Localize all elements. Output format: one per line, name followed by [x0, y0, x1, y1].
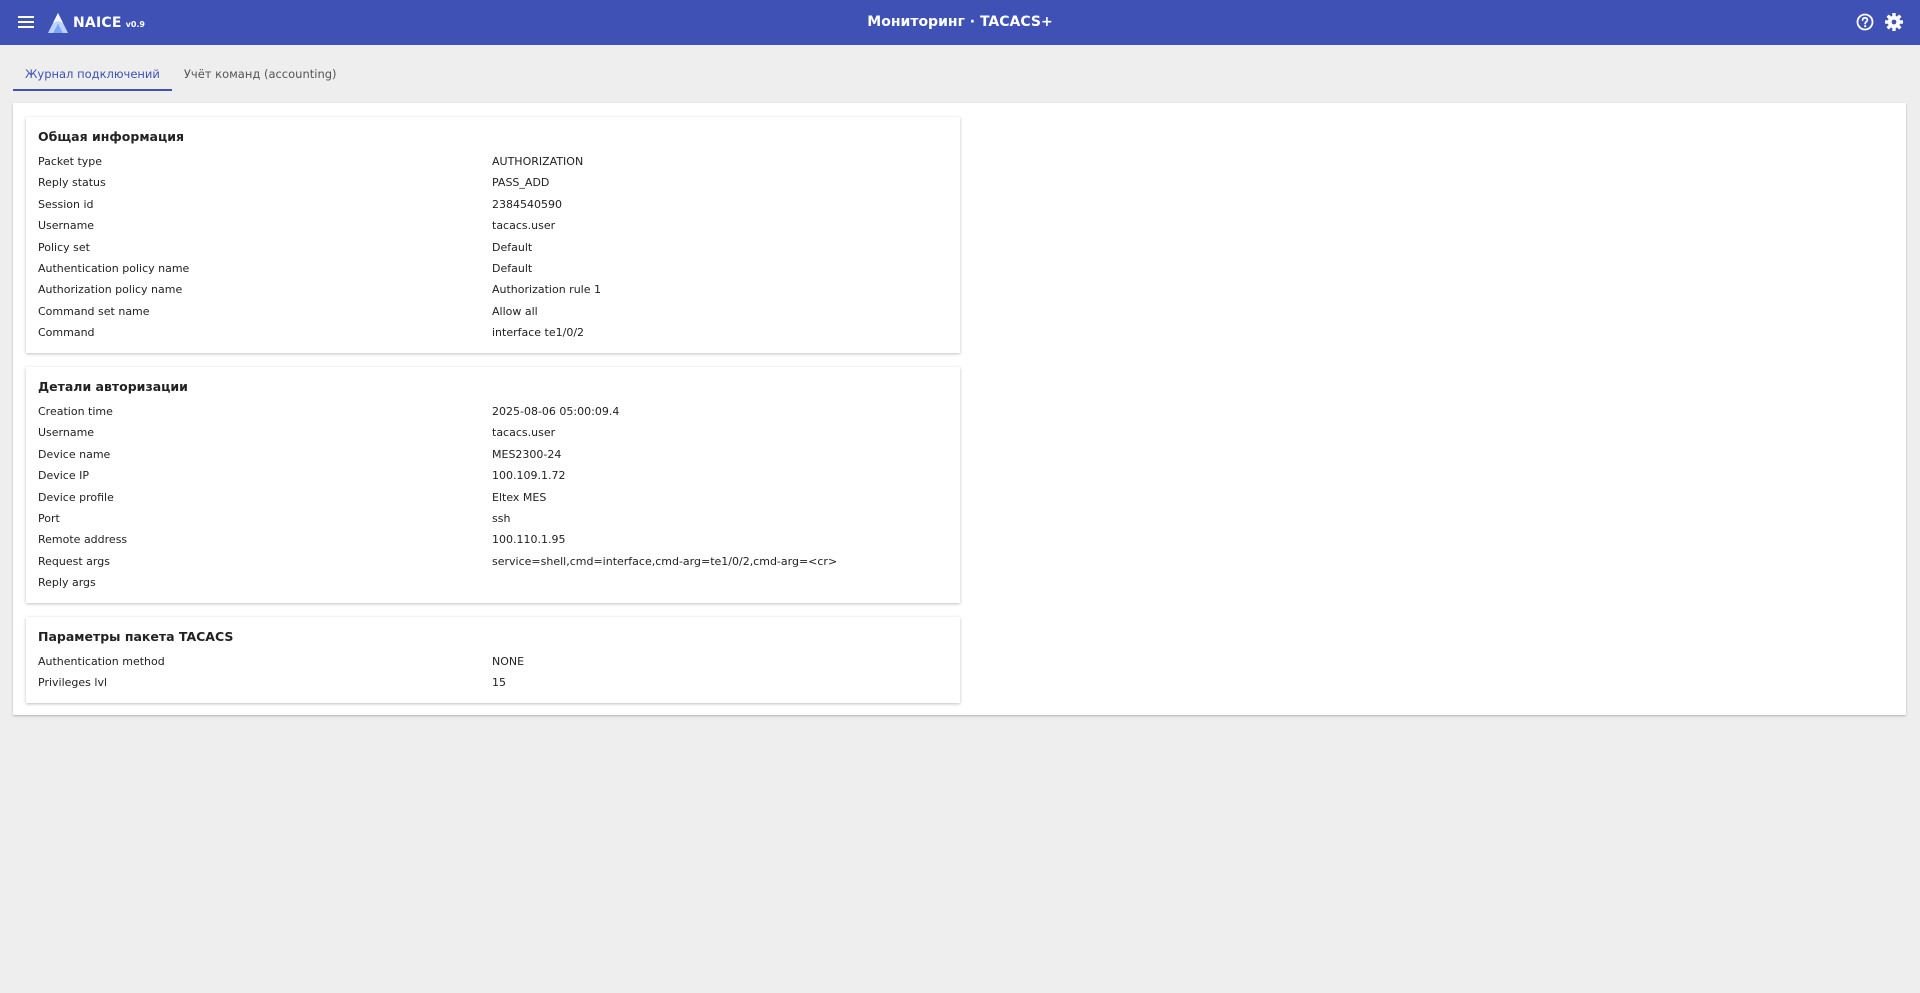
row-label: Device profile	[38, 490, 114, 504]
row-value: 100.110.1.95	[492, 533, 566, 547]
row-label: Device name	[38, 447, 111, 461]
tab-command-accounting[interactable]: Учёт команд (accounting)	[172, 59, 349, 91]
menu-button[interactable]	[16, 11, 36, 33]
section-title: Параметры пакета TACACS	[38, 629, 234, 644]
row-value: NONE	[492, 655, 525, 668]
brand-name: NAICE	[73, 15, 122, 31]
detail-row: Reply status PASS_ADD	[38, 172, 948, 193]
row-value: 2384540590	[492, 197, 562, 211]
row-label: Device IP	[38, 469, 89, 483]
detail-row: Privileges lvl 15	[38, 672, 948, 693]
detail-row: Authentication method NONE	[38, 651, 948, 672]
detail-row: Command interface te1/0/2	[38, 322, 948, 343]
row-label: Port	[38, 511, 60, 525]
row-label: Username	[38, 219, 95, 233]
tacacs-packet-params-card: Параметры пакета TACACS Authentication m…	[26, 617, 960, 703]
page-title: Мониторинг · TACACS+	[867, 14, 1053, 30]
row-label: Command set name	[38, 304, 150, 318]
row-value: Eltex MES	[492, 490, 547, 504]
row-value: service=shell,cmd=interface,cmd-arg=te1/…	[492, 554, 838, 568]
row-label: Command	[38, 326, 95, 340]
section-title: Общая информация	[38, 129, 185, 144]
row-value: MES2300-24	[492, 447, 562, 461]
row-value	[492, 572, 948, 593]
tab-bar: Журнал подключений Учёт команд (accounti…	[13, 59, 349, 91]
tab-connection-log[interactable]: Журнал подключений	[13, 59, 172, 91]
detail-row: Port ssh	[38, 508, 948, 529]
row-value: AUTHORIZATION	[492, 155, 584, 168]
row-label: Policy set	[38, 240, 90, 254]
row-value: 15	[492, 676, 506, 690]
detail-row: Authentication policy name Default	[38, 258, 948, 279]
row-label: Authentication method	[38, 655, 165, 668]
row-label: Reply status	[38, 176, 106, 190]
row-label: Packet type	[38, 155, 103, 168]
detail-row: Command set name Allow all	[38, 301, 948, 322]
settings-button[interactable]	[1884, 12, 1904, 32]
row-label: Creation time	[38, 405, 113, 418]
detail-row: Device IP 100.109.1.72	[38, 465, 948, 486]
detail-row: Authorization policy name Authorization r…	[38, 279, 948, 300]
row-label: Session id	[38, 197, 94, 211]
detail-row: Policy set Default	[38, 237, 948, 258]
detail-row: Reply args	[38, 572, 948, 593]
row-label: Authentication policy name	[38, 261, 190, 275]
row-label: Authorization policy name	[38, 283, 183, 297]
row-value: Authorization rule 1	[492, 283, 601, 297]
row-value: Allow all	[492, 304, 538, 318]
row-value: Default	[492, 240, 533, 254]
top-app-bar: NAICE v0.9 Мониторинг · TACACS+	[0, 0, 1920, 45]
detail-row: Device name MES2300-24	[38, 444, 948, 465]
menu-icon	[18, 16, 34, 28]
general-info-card: Общая информация Packet type AUTHORIZATIO…	[26, 117, 960, 353]
detail-row: Creation time 2025-08-06 05:00:09.4	[38, 401, 948, 422]
row-value: tacacs.user	[492, 426, 556, 440]
section-title: Детали авторизации	[38, 379, 188, 394]
detail-row: Request args service=shell,cmd=interface,…	[38, 551, 948, 572]
help-button[interactable]	[1855, 12, 1875, 32]
row-value: 2025-08-06 05:00:09.4	[492, 405, 620, 418]
row-value: interface te1/0/2	[492, 326, 585, 340]
brand[interactable]: NAICE v0.9	[47, 11, 145, 35]
row-label: Username	[38, 426, 95, 440]
row-label: Request args	[38, 554, 110, 568]
help-circle-icon	[1856, 13, 1874, 31]
detail-row: Remote address 100.110.1.95	[38, 529, 948, 550]
naice-logo-icon	[48, 13, 68, 33]
authorization-details-card: Детали авторизации Creation time 2025-08-…	[26, 367, 960, 603]
brand-version: v0.9	[125, 20, 145, 29]
row-value: 100.109.1.72	[492, 469, 566, 483]
row-value: Default	[492, 261, 533, 275]
row-label: Remote address	[38, 533, 128, 547]
row-value: ssh	[492, 511, 511, 525]
row-value: tacacs.user	[492, 219, 556, 233]
detail-row: Device profile Eltex MES	[38, 487, 948, 508]
detail-row: Username tacacs.user	[38, 215, 948, 236]
main-panel: Общая информация Packet type AUTHORIZATIO…	[13, 103, 1906, 715]
row-value: PASS_ADD	[492, 176, 550, 190]
row-label: Reply args	[38, 576, 96, 590]
detail-row: Username tacacs.user	[38, 422, 948, 443]
detail-row: Packet type AUTHORIZATION	[38, 151, 948, 172]
detail-row: Session id 2384540590	[38, 194, 948, 215]
gear-icon	[1885, 13, 1903, 31]
row-label: Privileges lvl	[38, 676, 108, 690]
